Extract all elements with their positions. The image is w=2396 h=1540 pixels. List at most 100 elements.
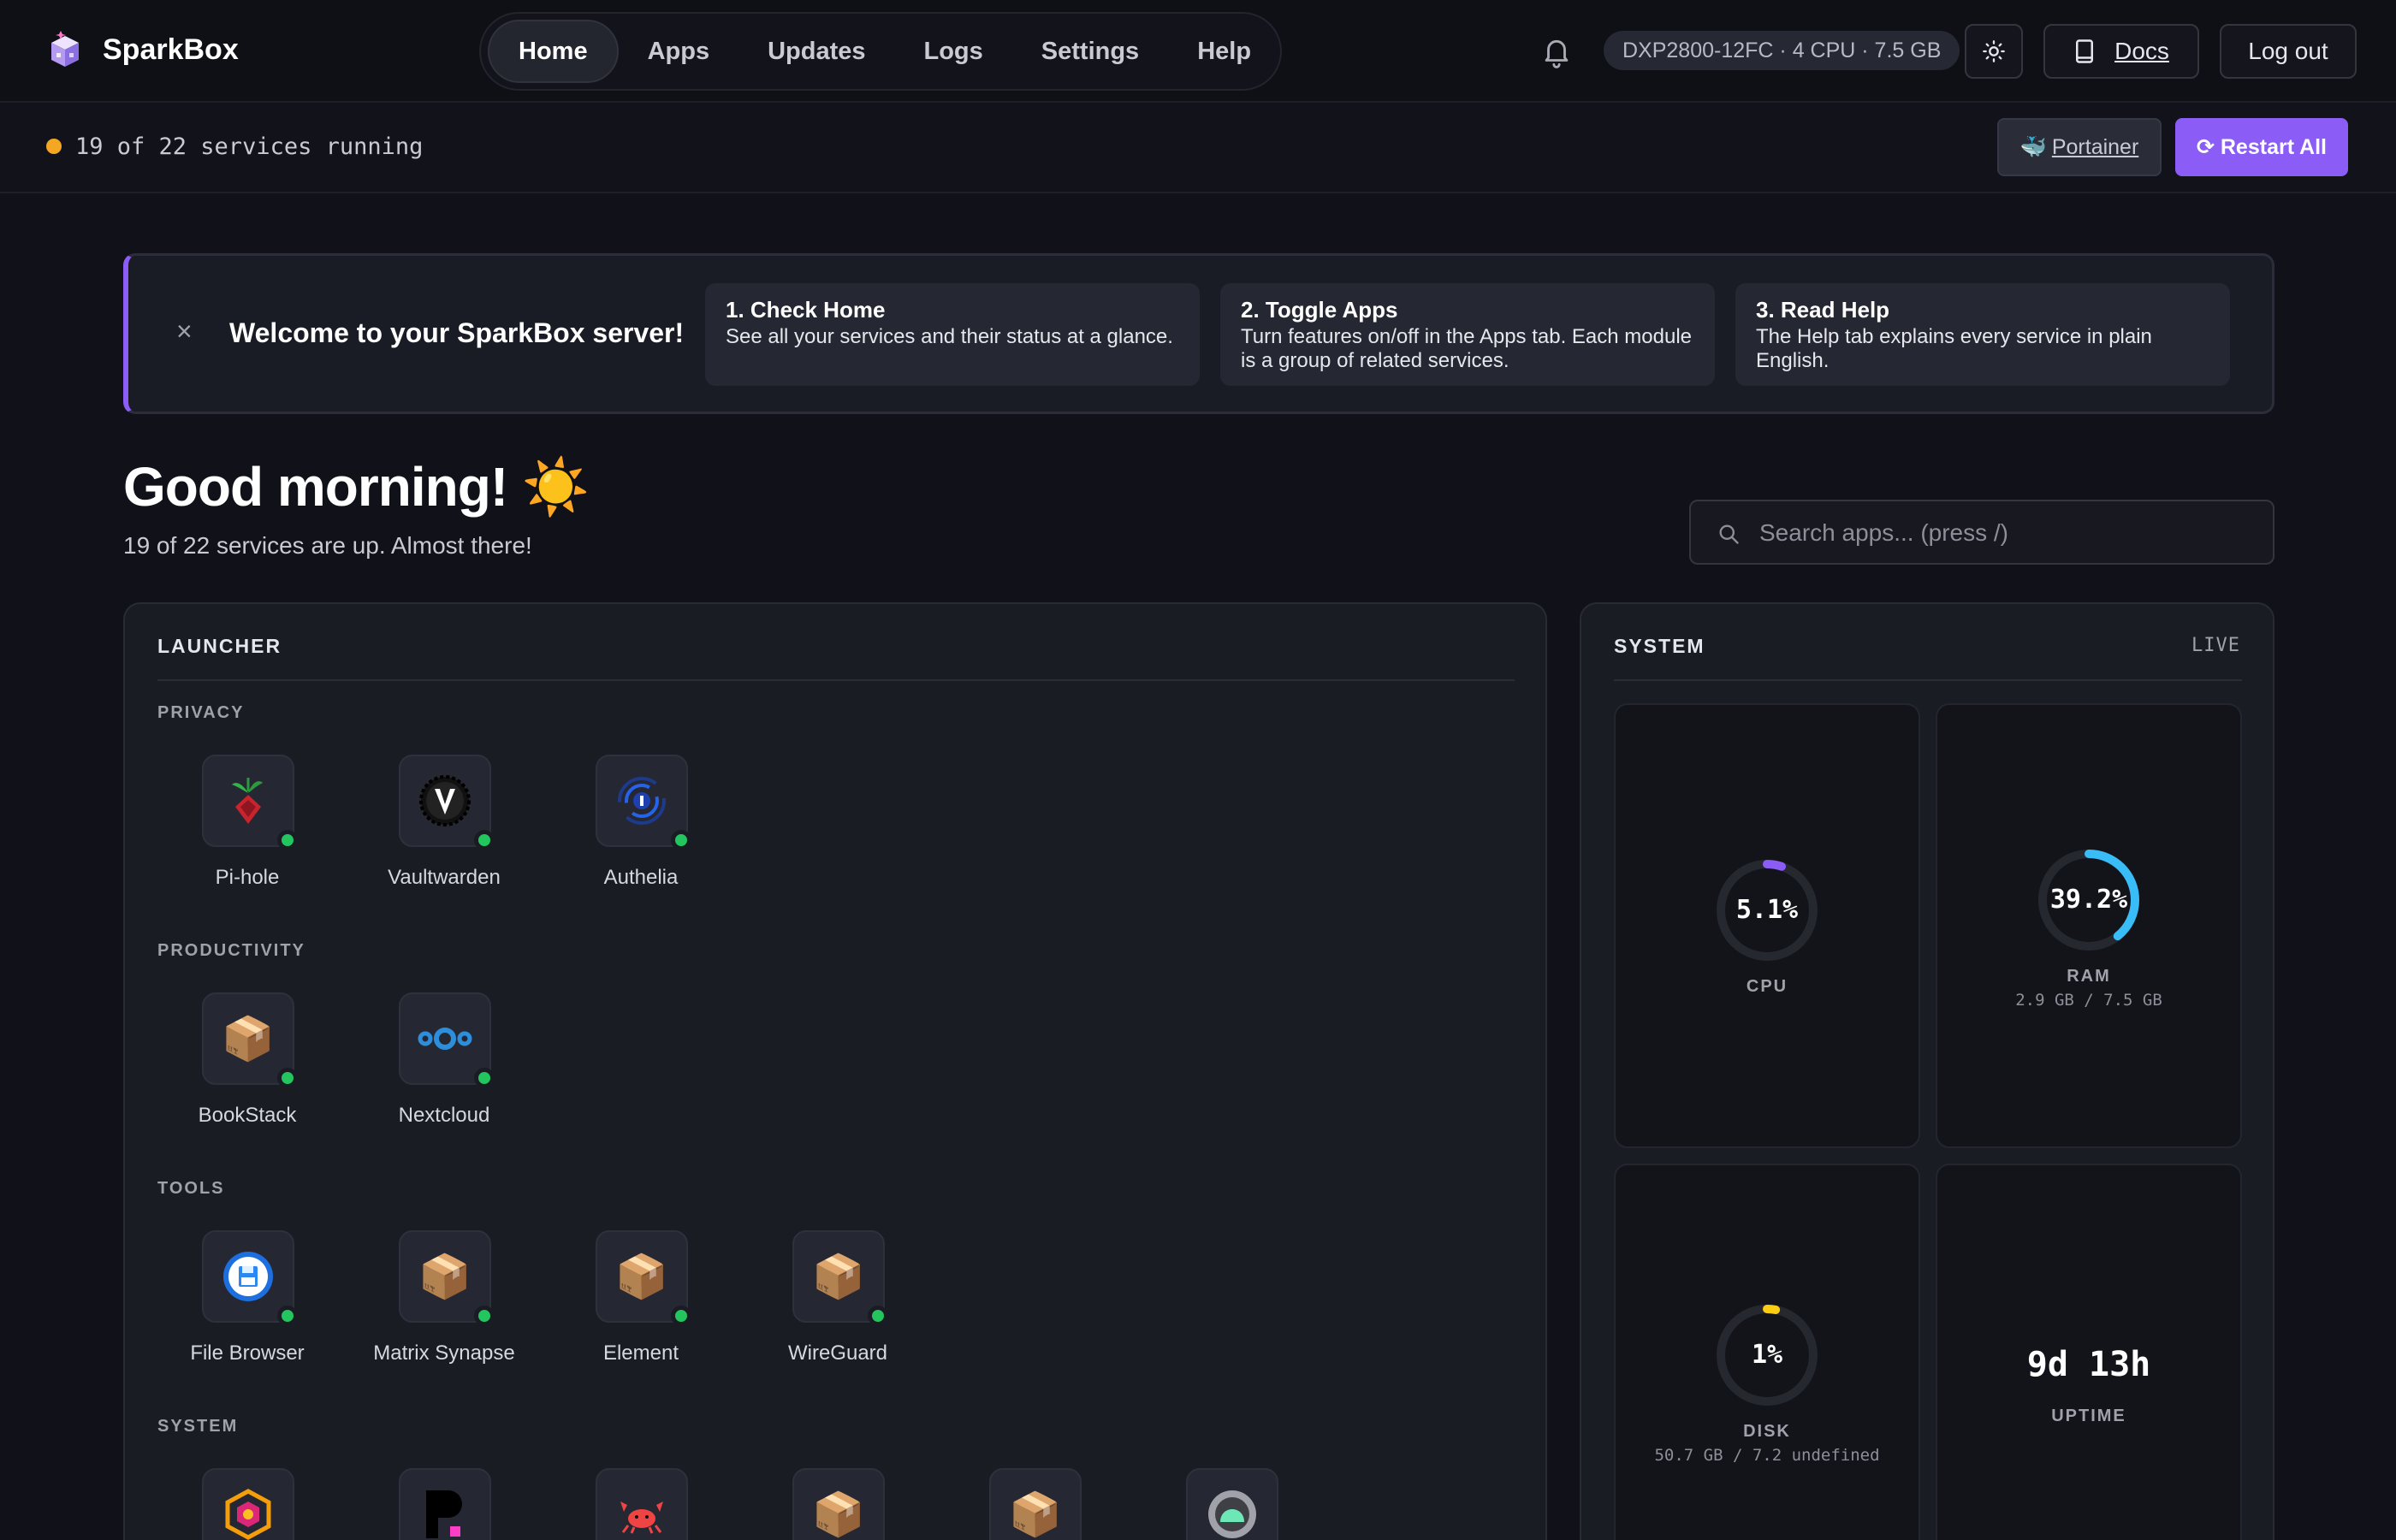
app-name: Authelia xyxy=(603,866,679,889)
services-running-text: 19 of 22 services running xyxy=(75,133,424,160)
status-indicator-dot xyxy=(46,139,62,154)
disk-usage-detail: 50.7 GB / 7.2 undefined xyxy=(1654,1446,1880,1465)
app-tile[interactable] xyxy=(1142,1468,1321,1540)
divider xyxy=(157,679,1515,681)
nav-home[interactable]: Home xyxy=(488,20,619,83)
green-blob-icon xyxy=(1186,1468,1278,1540)
app-tile-vaultwarden[interactable]: Vaultwarden xyxy=(354,755,534,889)
sun-icon xyxy=(1983,40,2005,62)
package-icon: 📦 xyxy=(792,1468,885,1540)
category-productivity: PRODUCTIVITY xyxy=(157,941,305,960)
app-name: Element xyxy=(602,1342,679,1365)
status-up-dot xyxy=(474,1068,495,1088)
status-up-dot xyxy=(277,1306,298,1326)
disk-label: DISK xyxy=(1743,1422,1791,1441)
top-navigation-bar: SparkBox Home Apps Updates Logs Settings… xyxy=(0,0,2396,103)
brand[interactable]: SparkBox xyxy=(46,27,239,72)
logout-button[interactable]: Log out xyxy=(2220,24,2357,79)
app-name: WireGuard xyxy=(787,1342,888,1365)
step-description: The Help tab explains every service in p… xyxy=(1756,325,2152,372)
book-icon xyxy=(2076,39,2094,63)
service-status-bar: 19 of 22 services running 🐳 Portainer ⟳ … xyxy=(0,103,2396,193)
ram-value: 39.2% xyxy=(2049,885,2128,915)
app-name: SparkBox xyxy=(103,33,239,66)
ram-card: 39.2% RAM 2.9 GB / 7.5 GB xyxy=(1936,703,2242,1148)
ram-label: RAM xyxy=(2067,967,2111,986)
app-tile-nextcloud[interactable]: Nextcloud xyxy=(354,992,534,1127)
uptime-label: UPTIME xyxy=(2051,1407,2126,1425)
app-tile[interactable] xyxy=(354,1468,534,1540)
status-up-dot xyxy=(868,1306,888,1326)
greeting-subtitle: 19 of 22 services are up. Almost there! xyxy=(123,532,532,559)
app-tile-matrix-synapse[interactable]: 📦 Matrix Synapse xyxy=(354,1230,534,1365)
docs-button[interactable]: Docs xyxy=(2043,24,2199,79)
step-title: 1. Check Home xyxy=(726,297,886,323)
nav-settings[interactable]: Settings xyxy=(1012,20,1168,83)
app-tile-element[interactable]: 📦 Element xyxy=(551,1230,731,1365)
launcher-title: LAUNCHER xyxy=(157,635,282,657)
step-description: See all your services and their status a… xyxy=(726,325,1173,348)
nav-updates[interactable]: Updates xyxy=(738,20,894,83)
welcome-step-toggle-apps: 2. Toggle Apps Turn features on/off in t… xyxy=(1220,283,1715,386)
category-system: SYSTEM xyxy=(157,1417,239,1436)
app-tile-pihole[interactable]: Pi-hole xyxy=(157,755,337,889)
nav-help[interactable]: Help xyxy=(1168,20,1280,83)
app-tile[interactable] xyxy=(551,1468,731,1540)
cpu-value: 5.1% xyxy=(1735,895,1799,925)
theme-toggle-button[interactable] xyxy=(1965,24,2023,79)
app-name: Vaultwarden xyxy=(388,866,501,889)
ram-usage-detail: 2.9 GB / 7.5 GB xyxy=(2015,991,2162,1010)
step-description: Turn features on/off in the Apps tab. Ea… xyxy=(1241,325,1693,372)
step-title: 2. Toggle Apps xyxy=(1241,297,1398,323)
status-up-dot xyxy=(474,1306,495,1326)
uptime-card: 9d 13h UPTIME xyxy=(1936,1164,2242,1540)
package-icon: 📦 xyxy=(989,1468,1082,1540)
portainer-button[interactable]: 🐳 Portainer xyxy=(1997,118,2162,176)
hexagon-icon xyxy=(202,1468,294,1540)
app-tile-wireguard[interactable]: 📦 WireGuard xyxy=(748,1230,928,1365)
launcher-panel: LAUNCHER PRIVACY Pi-hole Vaultwarden Aut… xyxy=(123,602,1547,1540)
welcome-step-check-home: 1. Check Home See all your services and … xyxy=(705,283,1200,386)
app-name: Matrix Synapse xyxy=(373,1342,515,1365)
welcome-title: Welcome to your SparkBox server! xyxy=(229,317,685,348)
category-tools: TOOLS xyxy=(157,1179,225,1198)
cpu-card: 5.1% CPU xyxy=(1614,703,1920,1148)
bell-icon[interactable] xyxy=(1540,36,1573,68)
search-box xyxy=(1689,500,2274,565)
docs-label: Docs xyxy=(2114,38,2169,64)
main-nav: Home Apps Updates Logs Settings Help xyxy=(479,12,1282,91)
status-up-dot xyxy=(671,830,691,850)
app-name: File Browser xyxy=(190,1342,305,1365)
crab-icon xyxy=(596,1468,688,1540)
app-tile[interactable] xyxy=(157,1468,337,1540)
live-badge: LIVE xyxy=(2191,635,2240,656)
close-banner-button[interactable]: × xyxy=(176,316,193,347)
system-panel: SYSTEM LIVE 5.1% CPU 39.2% RAM 2.9 GB / … xyxy=(1580,602,2274,1540)
app-tile[interactable]: 📦 xyxy=(748,1468,928,1540)
search-input[interactable] xyxy=(1759,512,2256,554)
portainer-label: Portainer xyxy=(2051,134,2139,159)
disk-value: 1% xyxy=(1751,1340,1783,1370)
welcome-step-read-help: 3. Read Help The Help tab explains every… xyxy=(1735,283,2230,386)
uptime-value: 9d 13h xyxy=(2026,1345,2151,1384)
step-title: 3. Read Help xyxy=(1756,297,1890,323)
app-tile-file-browser[interactable]: File Browser xyxy=(157,1230,337,1365)
restart-all-button[interactable]: ⟳ Restart All xyxy=(2175,118,2348,176)
nav-logs[interactable]: Logs xyxy=(895,20,1012,83)
nav-apps[interactable]: Apps xyxy=(619,20,739,83)
status-up-dot xyxy=(277,1068,298,1088)
sparkbox-logo-icon xyxy=(51,31,79,67)
host-info-badge: DXP2800-12FC · 4 CPU · 7.5 GB xyxy=(1604,31,1960,70)
app-name: BookStack xyxy=(198,1104,297,1127)
welcome-banner: × Welcome to your SparkBox server! 1. Ch… xyxy=(123,253,2274,414)
app-name: Nextcloud xyxy=(398,1104,490,1127)
app-tile-authelia[interactable]: Authelia xyxy=(551,755,731,889)
search-icon xyxy=(1719,524,1739,544)
app-tile-bookstack[interactable]: 📦 BookStack xyxy=(157,992,337,1127)
app-tile[interactable]: 📦 xyxy=(945,1468,1124,1540)
app-name: Pi-hole xyxy=(215,866,280,889)
divider xyxy=(1614,679,2242,681)
category-privacy: PRIVACY xyxy=(157,703,245,722)
status-up-dot xyxy=(671,1306,691,1326)
greeting-title: Good morning! ☀️ xyxy=(123,456,590,518)
